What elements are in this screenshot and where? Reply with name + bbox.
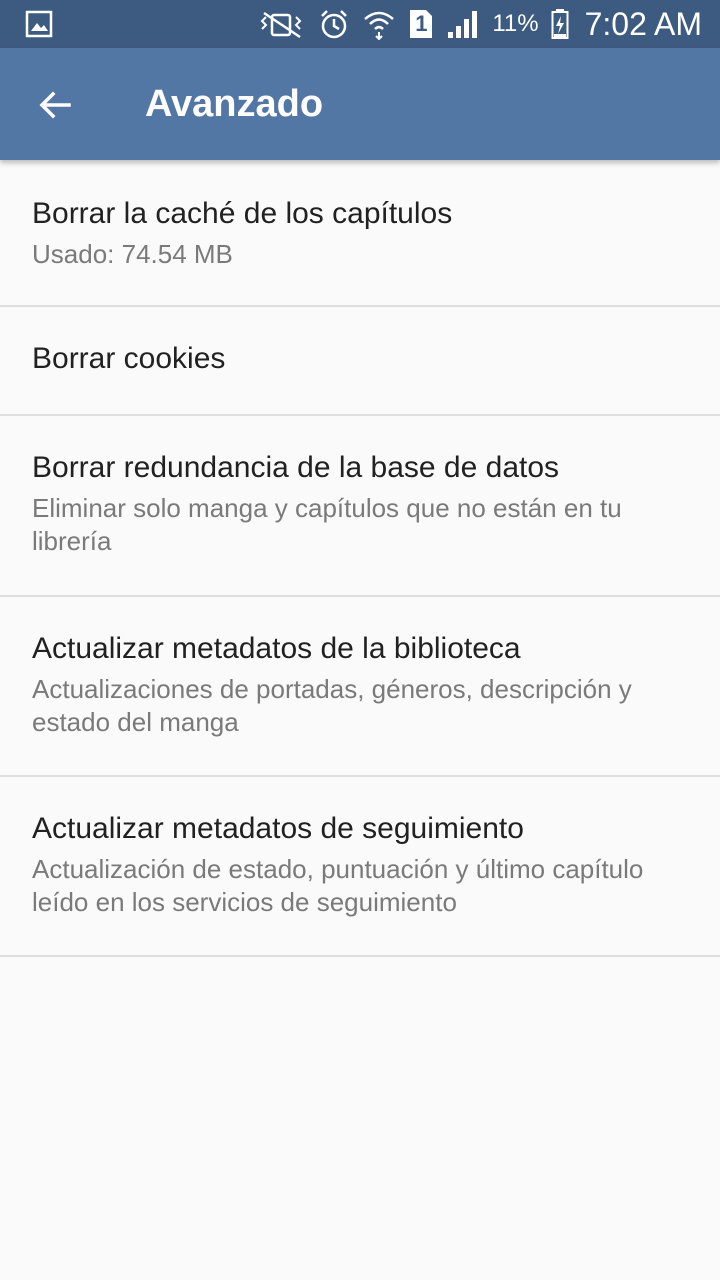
page-title: Avanzado bbox=[145, 82, 324, 125]
clear-chapter-cache-item[interactable]: Borrar la caché de los capítulos Usado: … bbox=[0, 160, 720, 307]
clear-database-redundancy-item[interactable]: Borrar redundancia de la base de datos E… bbox=[0, 416, 720, 597]
clear-cookies-item[interactable]: Borrar cookies bbox=[0, 307, 720, 416]
battery-charging-icon bbox=[551, 8, 569, 40]
battery-percent: 11% bbox=[492, 10, 539, 37]
pref-title: Borrar la caché de los capítulos bbox=[32, 197, 453, 230]
pref-title: Borrar redundancia de la base de datos bbox=[32, 451, 560, 484]
refresh-tracking-metadata-item[interactable]: Actualizar metadatos de seguimiento Actu… bbox=[0, 777, 720, 957]
pref-summary: Actualizaciones de portadas, géneros, de… bbox=[32, 674, 632, 737]
image-icon bbox=[24, 9, 54, 39]
app-toolbar: Avanzado bbox=[0, 48, 720, 160]
sim-icon: 1 bbox=[408, 8, 434, 40]
alarm-icon bbox=[318, 8, 350, 40]
signal-icon bbox=[446, 8, 480, 40]
status-bar: 1 11% 7:02 AM bbox=[0, 0, 720, 48]
clock-time: 7:02 AM bbox=[584, 5, 702, 42]
arrow-back-icon bbox=[39, 91, 71, 119]
refresh-library-metadata-item[interactable]: Actualizar metadatos de la biblioteca Ac… bbox=[0, 597, 720, 777]
pref-title: Borrar cookies bbox=[32, 342, 226, 375]
preferences-list: Borrar la caché de los capítulos Usado: … bbox=[0, 160, 720, 957]
back-button[interactable] bbox=[30, 80, 80, 130]
pref-title: Actualizar metadatos de seguimiento bbox=[32, 812, 524, 845]
sim-slot-label: 1 bbox=[415, 11, 428, 36]
wifi-icon bbox=[362, 8, 396, 40]
pref-summary: Usado: 74.54 MB bbox=[32, 239, 233, 269]
pref-summary: Eliminar solo manga y capítulos que no e… bbox=[32, 493, 622, 556]
pref-title: Actualizar metadatos de la biblioteca bbox=[32, 632, 521, 665]
vibrate-icon bbox=[256, 9, 306, 39]
pref-summary: Actualización de estado, puntuación y úl… bbox=[32, 854, 644, 917]
